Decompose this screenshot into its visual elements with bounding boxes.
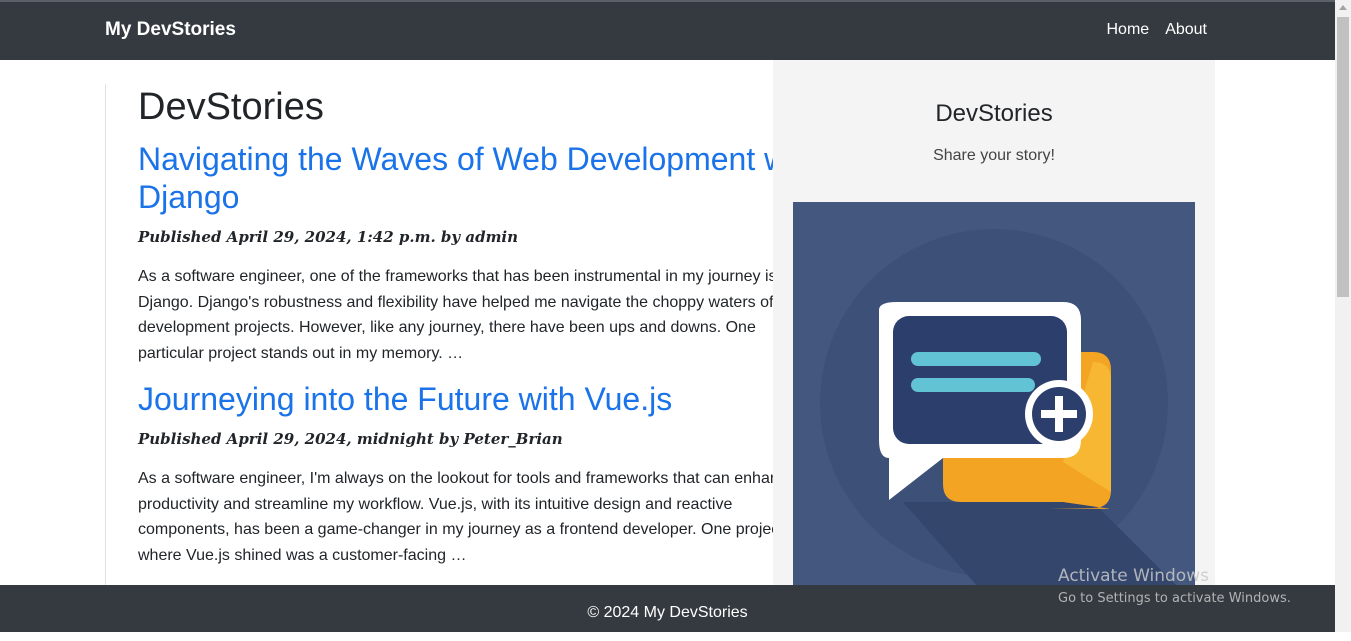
page-title: DevStories (138, 86, 324, 128)
sidebar: DevStories Share your story! (773, 60, 1215, 585)
watermark-subtitle: Go to Settings to activate Windows. (1058, 591, 1291, 606)
sidebar-title: DevStories (935, 100, 1053, 127)
post-meta: Published April 29, 2024, 1:42 p.m. by a… (138, 228, 519, 246)
nav-about-link[interactable]: About (1165, 21, 1207, 39)
nav-home-link[interactable]: Home (1107, 21, 1150, 39)
sidebar-tagline: Share your story! (933, 147, 1055, 164)
post-item: Journeying into the Future with Vue.js P… (138, 380, 773, 568)
brand-link[interactable]: My DevStories (105, 19, 236, 41)
windows-activation-watermark: Activate Windows Go to Settings to activ… (1058, 566, 1291, 606)
main-content: DevStories Navigating the Waves of Web D… (105, 84, 773, 585)
navbar: My DevStories Home About (0, 0, 1335, 60)
post-excerpt: As a software engineer, one of the frame… (138, 268, 773, 362)
scrollbar-thumb[interactable] (1337, 17, 1349, 297)
vertical-scrollbar[interactable] (1335, 0, 1351, 632)
post-title-link[interactable]: Journeying into the Future with Vue.js (138, 380, 773, 418)
nav-links: Home About (1107, 21, 1208, 39)
footer-copyright: © 2024 My DevStories (587, 604, 748, 621)
chat-bubble-plus-icon (793, 202, 1195, 585)
post-excerpt: As a software engineer, I'm always on th… (138, 470, 773, 564)
post-title-link[interactable]: Navigating the Waves of Web Development … (138, 140, 773, 216)
post-meta: Published April 29, 2024, midnight by Pe… (138, 430, 563, 448)
scroll-up-arrow-icon[interactable] (1339, 5, 1347, 10)
post-item: Navigating the Waves of Web Development … (138, 140, 773, 366)
watermark-title: Activate Windows (1058, 566, 1209, 586)
